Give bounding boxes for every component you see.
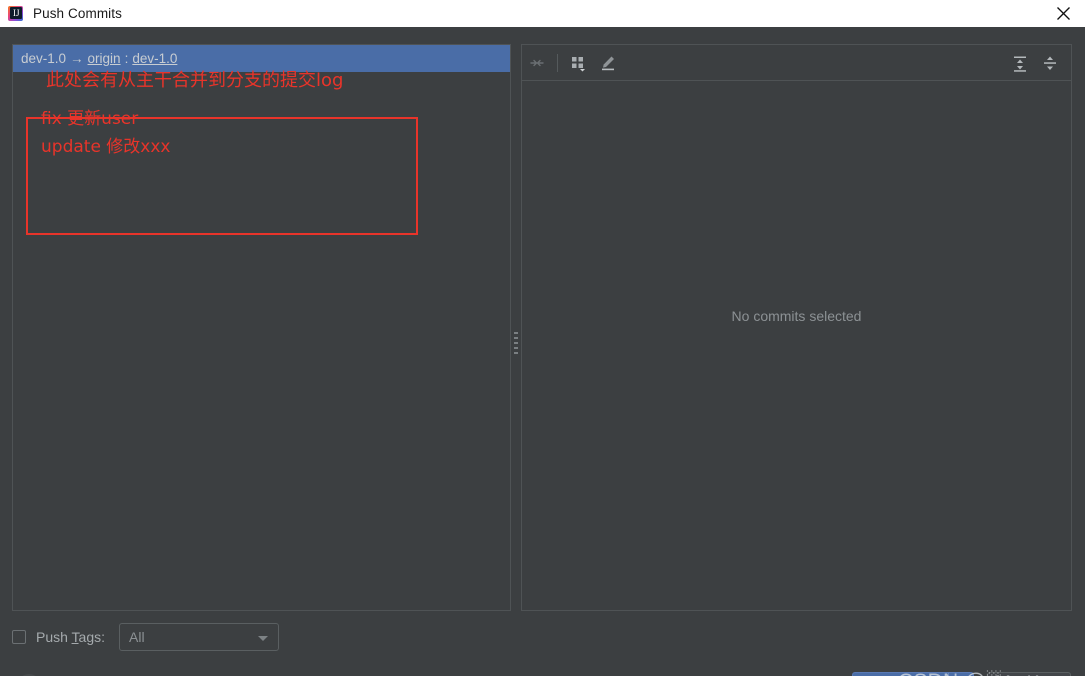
- annotation-line-2: fix 更新user: [41, 109, 139, 129]
- local-branch-label: dev-1.0: [21, 51, 67, 66]
- remote-branch-link[interactable]: dev-1.0: [132, 51, 177, 66]
- window-title: Push Commits: [33, 6, 122, 21]
- no-commits-message: No commits selected: [731, 307, 862, 324]
- chevron-down-icon: [258, 636, 269, 641]
- push-tags-checkbox[interactable]: [12, 630, 26, 644]
- push-button[interactable]: Push: [852, 672, 974, 676]
- push-tags-label: Push Tags:: [36, 629, 106, 645]
- splitter-grip[interactable]: [514, 332, 518, 354]
- branch-separator: :: [124, 51, 129, 66]
- intellij-idea-icon: IJ: [8, 5, 25, 22]
- dialog-body: dev-1.0 → origin : dev-1.0 此处会有从主干合并到分支的…: [0, 27, 1085, 676]
- annotation-line-3: update 修改xxx: [41, 137, 171, 157]
- cancel-button[interactable]: Cancel: [987, 672, 1071, 676]
- commit-details-panel: No commits selected: [521, 44, 1072, 611]
- push-tags-value: All: [129, 629, 145, 645]
- arrow-icon: →: [70, 51, 84, 66]
- remote-link[interactable]: origin: [88, 51, 121, 66]
- annotation-line-1: 此处会有从主干合并到分支的提交log: [46, 70, 344, 91]
- push-tags-row: Push Tags: All: [12, 623, 280, 651]
- commits-list-panel: dev-1.0 → origin : dev-1.0 此处会有从主干合并到分支的…: [12, 44, 511, 611]
- close-icon[interactable]: [1041, 0, 1085, 27]
- panel-splitter[interactable]: [511, 44, 521, 611]
- window-titlebar: IJ Push Commits: [0, 0, 1085, 27]
- push-commits-dialog: IJ Push Commits dev-1.0 → origin : dev-1…: [0, 0, 1085, 676]
- push-tags-select[interactable]: All: [119, 623, 280, 651]
